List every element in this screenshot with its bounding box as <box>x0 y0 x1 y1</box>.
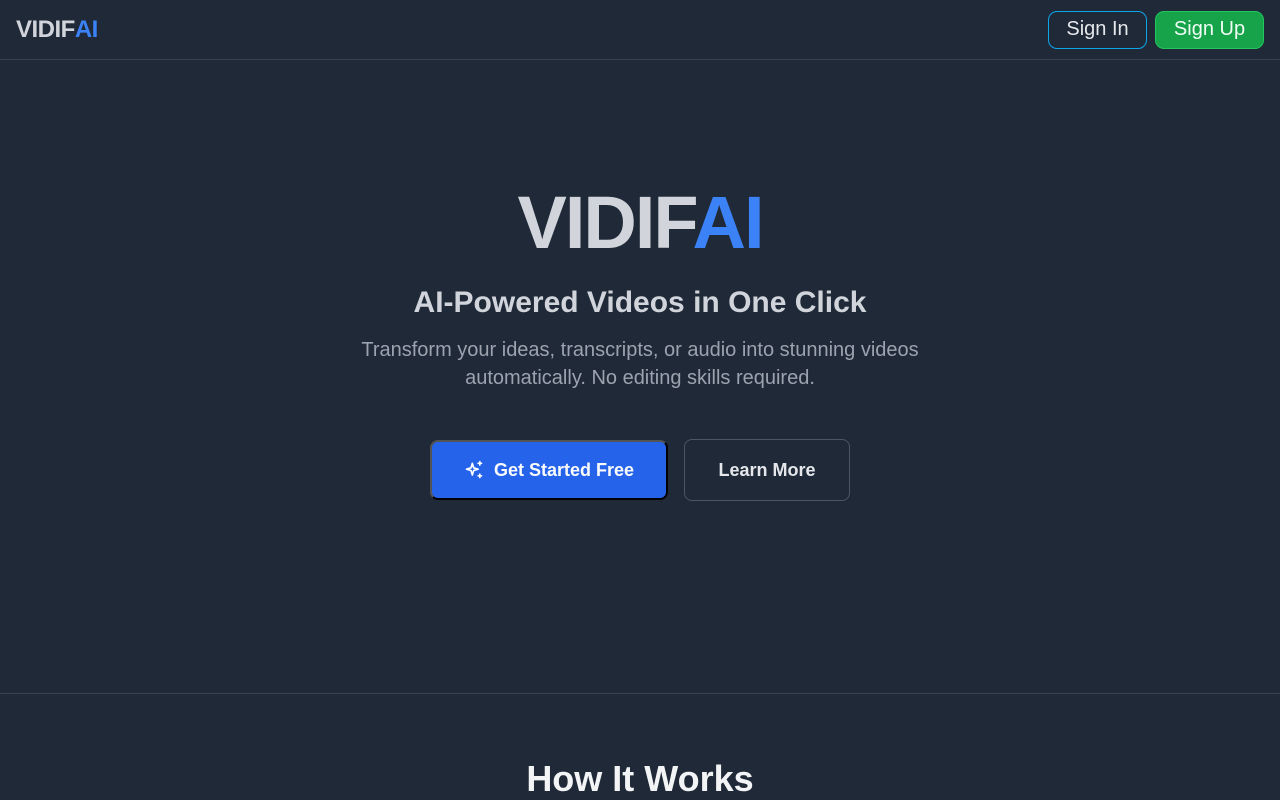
get-started-button[interactable]: Get Started Free <box>430 440 668 500</box>
hero-description: Transform your ideas, transcripts, or au… <box>361 339 919 389</box>
top-navbar: VIDIF AI Sign In Sign Up <box>0 0 1280 60</box>
learn-more-button[interactable]: Learn More <box>684 439 850 501</box>
sign-in-button[interactable]: Sign In <box>1048 10 1147 49</box>
auth-buttons: Sign In Sign Up <box>1048 10 1264 49</box>
brand-logo-part2: AI <box>74 15 99 43</box>
cta-group: Get Started Free Learn More <box>430 439 850 501</box>
hero-section: VIDIFAI AI-Powered Videos in One Click T… <box>0 61 1280 694</box>
hero-tagline: AI-Powered Videos in One Click <box>413 286 867 319</box>
hero-logo-part2: AI <box>692 181 765 264</box>
brand-logo[interactable]: VIDIF AI <box>16 16 98 44</box>
brand-logo-part1: VIDIF <box>16 15 75 43</box>
how-it-works-heading: How It Works <box>526 758 754 799</box>
hero-logo: VIDIFAI <box>0 183 1280 263</box>
sparkles-icon <box>464 460 484 480</box>
hero-logo-part1: VIDIF <box>517 181 694 264</box>
get-started-label: Get Started Free <box>493 459 635 480</box>
sign-up-button[interactable]: Sign Up <box>1155 10 1264 49</box>
